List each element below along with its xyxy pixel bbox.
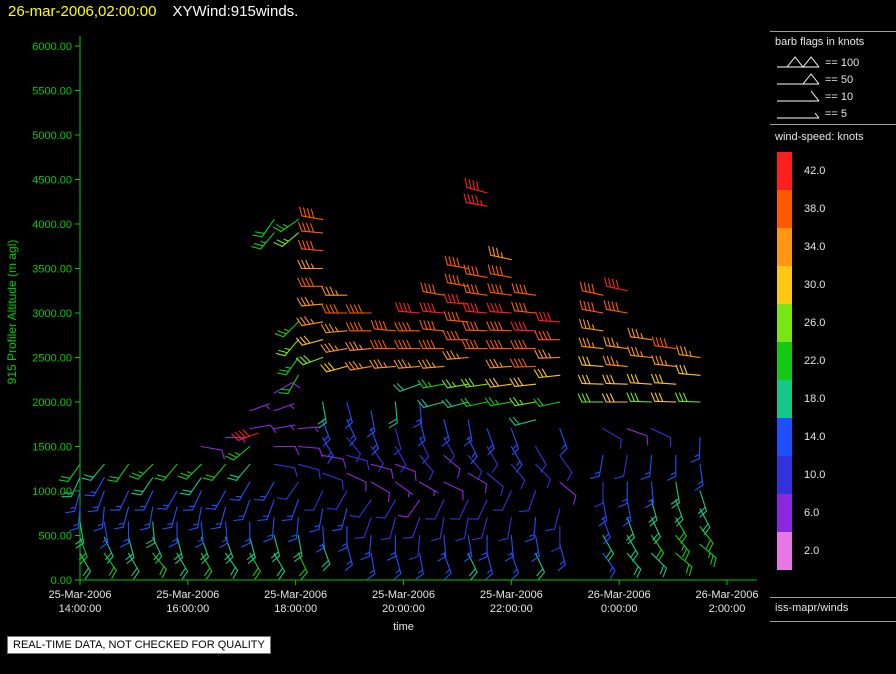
color-scale-label: 22.0 — [804, 355, 826, 367]
svg-text:5000.00: 5000.00 — [32, 130, 72, 142]
color-scale-block — [777, 190, 792, 228]
color-scale-block — [777, 342, 792, 380]
color-scale-row: 2.0 — [777, 532, 825, 570]
svg-text:26-Mar-2006: 26-Mar-2006 — [588, 589, 651, 601]
svg-text:16:00:00: 16:00:00 — [166, 603, 209, 615]
barb-legend-label: == 100 — [825, 56, 860, 69]
svg-text:3000.00: 3000.00 — [32, 308, 72, 320]
color-scale-block — [777, 228, 792, 266]
color-scale-label: 38.0 — [804, 203, 826, 215]
color-scale-block — [777, 456, 792, 494]
barb-legend-row: == 50 — [775, 71, 859, 88]
svg-text:0:00:00: 0:00:00 — [601, 603, 638, 615]
pennant-100-icon — [777, 55, 820, 67]
color-scale-row: 42.0 — [777, 152, 825, 190]
separator-line — [770, 597, 896, 598]
svg-text:time: time — [393, 621, 414, 633]
color-scale-label: 34.0 — [804, 241, 826, 253]
color-scale-row: 34.0 — [777, 228, 825, 266]
color-scale-row: 22.0 — [777, 342, 825, 380]
color-scale-row: 18.0 — [777, 380, 825, 418]
color-scale-row: 14.0 — [777, 418, 825, 456]
svg-text:25-Mar-2006: 25-Mar-2006 — [480, 589, 543, 601]
color-scale-block — [777, 152, 792, 190]
color-scale-title: wind-speed: knots — [775, 131, 864, 143]
svg-text:0.00: 0.00 — [51, 575, 72, 587]
color-scale-block — [777, 304, 792, 342]
svg-text:20:00:00: 20:00:00 — [382, 603, 425, 615]
separator-line — [770, 31, 896, 32]
svg-text:22:00:00: 22:00:00 — [490, 603, 533, 615]
color-scale-label: 10.0 — [804, 469, 826, 481]
color-scale-row: 10.0 — [777, 456, 825, 494]
color-scale-row: 26.0 — [777, 304, 825, 342]
svg-text:25-Mar-2006: 25-Mar-2006 — [49, 589, 112, 601]
svg-text:915 Profiler Altitude (m agl): 915 Profiler Altitude (m agl) — [5, 240, 19, 385]
color-scale-block — [777, 380, 792, 418]
half-barb-5-icon — [777, 112, 820, 118]
data-source-label: iss-mapr/winds — [775, 602, 849, 614]
svg-text:6000.00: 6000.00 — [32, 41, 72, 53]
separator-line — [770, 124, 896, 125]
color-scale-label: 2.0 — [804, 545, 820, 557]
svg-text:500.00: 500.00 — [38, 531, 72, 543]
app-window: 26-mar-2006,02:00:00 XYWind:915winds. 0.0… — [0, 0, 896, 674]
svg-text:25-Mar-2006: 25-Mar-2006 — [264, 589, 327, 601]
svg-text:4500.00: 4500.00 — [32, 175, 72, 187]
svg-text:26-Mar-2006: 26-Mar-2006 — [696, 589, 759, 601]
barb-legend-row: == 5 — [775, 105, 859, 122]
barb-legend-rows: == 100 == 50 == 10 == 5 — [775, 54, 859, 122]
color-scale-label: 26.0 — [804, 317, 826, 329]
svg-text:18:00:00: 18:00:00 — [274, 603, 317, 615]
quality-banner: REAL-TIME DATA, NOT CHECKED FOR QUALITY — [7, 636, 271, 654]
barb-legend-title: barb flags in knots — [775, 36, 865, 48]
svg-text:4000.00: 4000.00 — [32, 219, 72, 231]
color-scale-label: 30.0 — [804, 279, 826, 291]
color-scale-label: 18.0 — [804, 393, 826, 405]
barb-legend-row: == 100 — [775, 54, 859, 71]
barb-legend-label: == 10 — [825, 90, 854, 103]
barb-legend-label: == 50 — [825, 73, 854, 86]
svg-text:2:00:00: 2:00:00 — [709, 603, 746, 615]
color-scale-block — [777, 266, 792, 304]
color-scale-row: 6.0 — [777, 494, 825, 532]
legend-panel: barb flags in knots == 100 == 50 == 10 == 5… — [770, 0, 896, 674]
color-scale-row: 30.0 — [777, 266, 825, 304]
svg-text:2500.00: 2500.00 — [32, 353, 72, 365]
color-scale-label: 6.0 — [804, 507, 820, 519]
color-scale-block — [777, 494, 792, 532]
barb-legend-row: == 10 — [775, 88, 859, 105]
svg-text:5500.00: 5500.00 — [32, 86, 72, 98]
svg-text:2000.00: 2000.00 — [32, 397, 72, 409]
wind-profile-chart: 0.00500.001000.001500.002000.002500.0030… — [5, 36, 759, 633]
color-scale-block — [777, 418, 792, 456]
barb-legend-label: == 5 — [825, 107, 848, 120]
color-scale-label: 42.0 — [804, 165, 826, 177]
pennant-50-icon — [777, 72, 820, 84]
color-scale-row: 38.0 — [777, 190, 825, 228]
color-scale: 42.0 38.0 34.0 30.0 26.0 22.0 18.0 14.0 10.0 6.0 2… — [777, 152, 825, 570]
svg-text:1500.00: 1500.00 — [32, 442, 72, 454]
svg-text:3500.00: 3500.00 — [32, 264, 72, 276]
separator-line — [770, 621, 896, 622]
color-scale-block — [777, 532, 792, 570]
color-scale-label: 14.0 — [804, 431, 826, 443]
barb-10-icon — [777, 90, 820, 101]
svg-text:25-Mar-2006: 25-Mar-2006 — [156, 589, 219, 601]
svg-text:14:00:00: 14:00:00 — [59, 603, 102, 615]
svg-text:25-Mar-2006: 25-Mar-2006 — [372, 589, 435, 601]
